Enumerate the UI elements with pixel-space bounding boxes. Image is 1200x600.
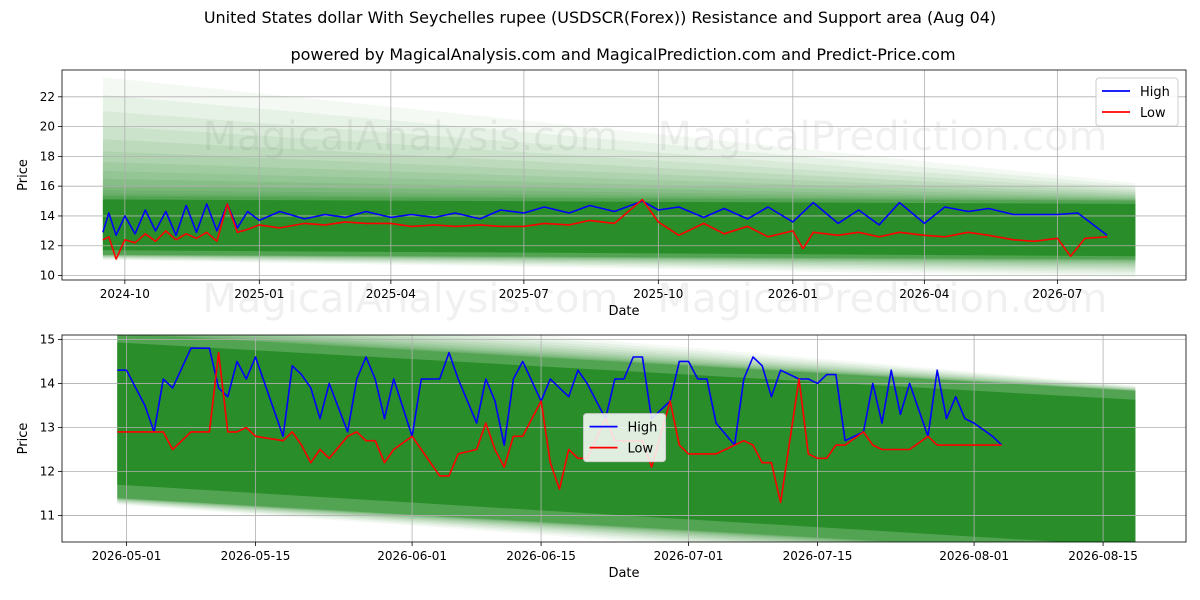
legend-label-low: Low bbox=[1140, 106, 1166, 121]
x-tick-label: 2024-10 bbox=[100, 287, 150, 301]
chart-figure: United States dollar With Seychelles rup… bbox=[0, 0, 1200, 600]
x-tick-label: 2026-04 bbox=[899, 287, 949, 301]
bottom-chart: MagicalAnalysis.comMagicalPrediction.com… bbox=[16, 332, 1187, 581]
legend-label-high: High bbox=[1140, 85, 1170, 100]
y-tick-label: 14 bbox=[40, 376, 55, 390]
x-axis-label: Date bbox=[608, 566, 639, 581]
legend: High Low bbox=[583, 413, 667, 463]
y-tick-label: 20 bbox=[40, 120, 55, 134]
y-tick-label: 18 bbox=[40, 149, 55, 163]
x-tick-label: 2025-07 bbox=[499, 287, 549, 301]
legend-label-low: Low bbox=[628, 442, 654, 457]
x-axis-label: Date bbox=[608, 304, 639, 319]
charts-canvas: MagicalAnalysis.com MagicalPrediction.com… bbox=[16, 69, 1187, 581]
y-axis-label: Price bbox=[16, 423, 31, 455]
band-core bbox=[102, 199, 1136, 257]
x-tick-label: 2026-05-01 bbox=[92, 549, 162, 563]
x-tick-label: 2025-10 bbox=[633, 287, 683, 301]
x-tick-label: 2026-08-01 bbox=[939, 549, 1009, 563]
x-tick-label: 2026-07-01 bbox=[654, 549, 724, 563]
y-axis-label: Price bbox=[16, 159, 31, 191]
y-tick-label: 11 bbox=[40, 509, 55, 523]
x-tick-label: 2026-01 bbox=[768, 287, 818, 301]
y-tick-label: 14 bbox=[40, 209, 55, 223]
top-chart: MagicalAnalysis.com MagicalPrediction.com… bbox=[16, 69, 1187, 322]
y-tick-label: 22 bbox=[40, 90, 55, 104]
y-tick-label: 15 bbox=[40, 332, 55, 346]
y-tick-label: 12 bbox=[40, 465, 55, 479]
x-tick-label: 2026-06-15 bbox=[506, 549, 576, 563]
y-tick-label: 12 bbox=[40, 239, 55, 253]
y-tick-label: 13 bbox=[40, 420, 55, 434]
x-tick-label: 2026-08-15 bbox=[1068, 549, 1138, 563]
x-tick-label: 2026-06-01 bbox=[377, 549, 447, 563]
x-tick-label: 2026-05-15 bbox=[221, 549, 291, 563]
legend: High Low bbox=[1095, 77, 1179, 127]
legend-label-high: High bbox=[628, 421, 658, 436]
x-tick-label: 2026-07-15 bbox=[783, 549, 853, 563]
x-tick-label: 2025-01 bbox=[234, 287, 284, 301]
y-tick-label: 10 bbox=[40, 269, 55, 283]
y-tick-label: 16 bbox=[40, 179, 55, 193]
x-tick-label: 2026-07 bbox=[1032, 287, 1082, 301]
x-tick-label: 2025-04 bbox=[366, 287, 416, 301]
